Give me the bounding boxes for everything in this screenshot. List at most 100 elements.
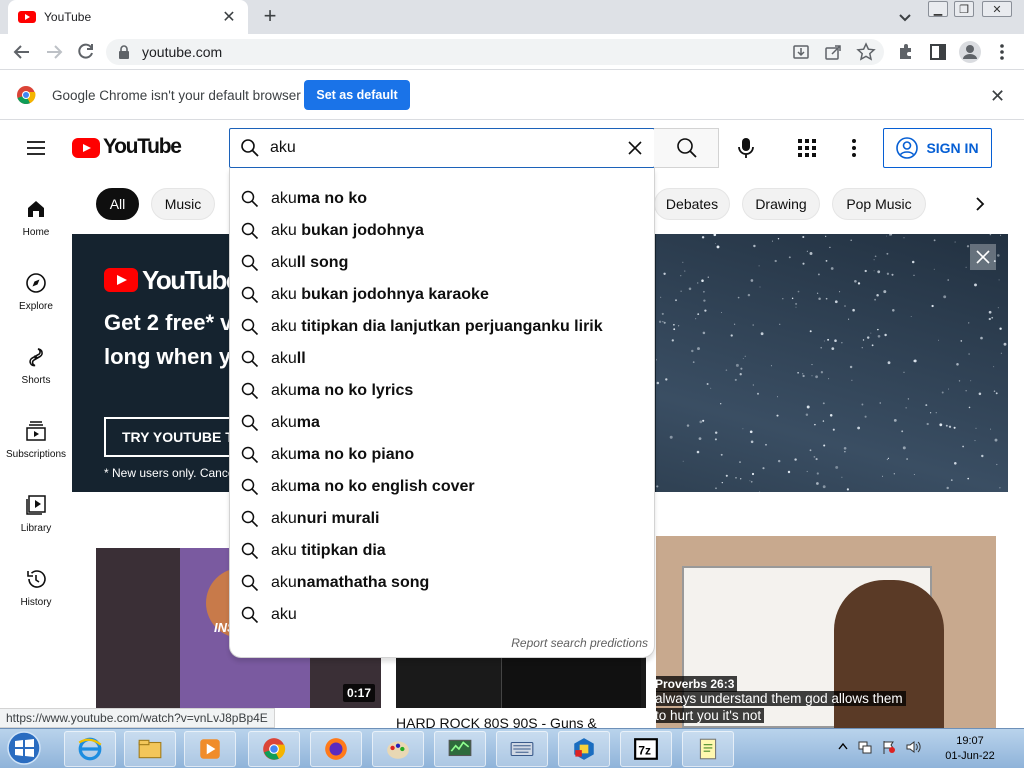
show-hidden-icons-icon[interactable]	[838, 742, 848, 750]
chips-next-arrow-icon[interactable]	[972, 196, 988, 212]
suggestion-typed-text: aku	[271, 414, 297, 431]
extensions-puzzle-icon[interactable]	[896, 42, 916, 62]
suggestion-search-icon	[241, 510, 259, 528]
search-suggestion-item[interactable]: aku ma	[229, 407, 655, 439]
promo-fine-print: * New users only. Cance	[104, 466, 235, 480]
suggestion-search-icon	[241, 286, 259, 304]
search-suggestion-item[interactable]: aku ma no ko	[229, 183, 655, 215]
suggestion-search-icon	[241, 542, 259, 560]
taskbar-button-task-manager[interactable]	[434, 731, 486, 767]
reload-icon[interactable]	[76, 42, 96, 62]
tab-close-icon[interactable]: ✕	[220, 7, 238, 27]
tab-youtube[interactable]: YouTube ✕	[8, 0, 248, 34]
subscriptions-icon	[26, 421, 46, 441]
url-text[interactable]: youtube.com	[142, 44, 222, 60]
taskbar-button-firefox[interactable]	[310, 731, 362, 767]
start-button[interactable]	[4, 730, 44, 766]
lock-icon[interactable]	[118, 45, 130, 59]
taskbar-button-media-player[interactable]	[184, 731, 236, 767]
bookmark-star-icon[interactable]	[856, 42, 876, 62]
sidebar-item-explore[interactable]: Explore	[0, 272, 72, 346]
suggestion-typed-text: aku	[271, 318, 297, 335]
taskbar-clock[interactable]: 19:07 01-Jun-22	[938, 734, 1002, 764]
chip-debates[interactable]: Debates	[654, 188, 730, 220]
clear-search-icon[interactable]	[626, 139, 644, 157]
caption-line-2: always understand them god allows them	[656, 691, 906, 706]
browser-menu-icon[interactable]	[996, 42, 1008, 62]
video-thumbnail[interactable]: Proverbs 26:3 always understand them god…	[656, 536, 996, 728]
search-suggestion-item[interactable]: aku	[229, 599, 655, 631]
profile-avatar-icon[interactable]	[958, 40, 982, 64]
share-icon[interactable]	[824, 43, 842, 61]
tab-search-icon[interactable]	[896, 8, 914, 26]
action-center-flag-icon[interactable]	[882, 740, 896, 754]
network-icon[interactable]	[858, 740, 872, 754]
suggestion-completion-text: bukan jodohnya	[296, 222, 424, 239]
search-suggestion-item[interactable]: aku namathatha song	[229, 567, 655, 599]
restore-button[interactable]: ❐	[954, 1, 974, 17]
taskbar-button-virtualbox[interactable]	[558, 731, 610, 767]
search-suggestion-item[interactable]: aku ma no ko piano	[229, 439, 655, 471]
taskbar-button-notepad[interactable]	[682, 731, 734, 767]
forward-arrow-icon[interactable]	[44, 42, 64, 62]
settings-more-icon[interactable]	[848, 138, 860, 158]
search-box-magnifier-icon	[240, 138, 260, 158]
minimize-button[interactable]: ▁	[928, 1, 948, 17]
new-tab-button[interactable]: +	[258, 5, 282, 29]
search-suggestion-item[interactable]: aku ma no ko english cover	[229, 471, 655, 503]
taskbar-button-on-screen-keyboard[interactable]	[496, 731, 548, 767]
sidebar-item-subscriptions[interactable]: Subscriptions	[0, 420, 72, 494]
youtube-logo-icon[interactable]	[72, 138, 100, 158]
search-suggestion-item[interactable]: aku bukan jodohnya	[229, 215, 655, 247]
internet-explorer-icon	[78, 737, 102, 761]
chip-all[interactable]: All	[96, 188, 139, 220]
search-suggestion-item[interactable]: aku ll song	[229, 247, 655, 279]
suggestion-typed-text: aku	[271, 478, 297, 495]
volume-speaker-icon[interactable]	[906, 740, 922, 754]
sign-in-button[interactable]: SIGN IN	[883, 128, 992, 168]
caption-line-3: to hurt you it's not	[656, 708, 765, 723]
taskbar-button-chrome[interactable]	[248, 731, 300, 767]
taskbar-button-7zip[interactable]: 7z	[620, 731, 672, 767]
report-search-predictions-link[interactable]: Report search predictions	[470, 636, 648, 650]
search-suggestion-item[interactable]: aku titipkan dia	[229, 535, 655, 567]
search-query-text[interactable]: aku	[270, 139, 296, 157]
virtualbox-icon	[574, 738, 594, 760]
sidebar-item-home[interactable]: Home	[0, 198, 72, 272]
link-status-bar: https://www.youtube.com/watch?v=vnLvJ8pB…	[0, 708, 275, 728]
search-suggestion-item[interactable]: aku titipkan dia lanjutkan perjuanganku …	[229, 311, 655, 343]
clock-time: 19:07	[956, 735, 984, 747]
microphone-icon[interactable]	[736, 136, 756, 160]
close-window-button[interactable]: ✕	[982, 1, 1012, 17]
side-panel-icon[interactable]	[928, 42, 948, 62]
promo-close-icon[interactable]	[970, 244, 996, 270]
on-screen-keyboard-icon	[510, 741, 534, 757]
chip-pop-music[interactable]: Pop Music	[832, 188, 926, 220]
chip-music[interactable]: Music	[151, 188, 215, 220]
guide-menu-icon[interactable]	[26, 140, 46, 156]
sidebar-item-library[interactable]: Library	[0, 494, 72, 568]
infobar-close-icon[interactable]: ✕	[990, 86, 1005, 107]
apps-grid-icon[interactable]	[798, 139, 816, 157]
suggestion-search-icon	[241, 574, 259, 592]
search-icon[interactable]	[676, 137, 698, 159]
search-suggestion-item[interactable]: aku nuri murali	[229, 503, 655, 535]
set-as-default-button[interactable]: Set as default	[304, 80, 410, 110]
sidebar-item-shorts[interactable]: Shorts	[0, 346, 72, 420]
suggestion-typed-text: aku	[271, 382, 297, 399]
suggestion-search-icon	[241, 414, 259, 432]
chip-drawing[interactable]: Drawing	[742, 188, 820, 220]
taskbar-button-file-explorer[interactable]	[124, 731, 176, 767]
search-suggestion-item[interactable]: aku ll	[229, 343, 655, 375]
taskbar-button-internet-explorer[interactable]	[64, 731, 116, 767]
search-suggestion-item[interactable]: aku ma no ko lyrics	[229, 375, 655, 407]
back-arrow-icon[interactable]	[12, 42, 32, 62]
sidebar-item-history[interactable]: History	[0, 568, 72, 642]
search-suggestion-item[interactable]: aku bukan jodohnya karaoke	[229, 279, 655, 311]
suggestion-completion-text: namathatha song	[296, 574, 430, 591]
shorts-icon	[29, 348, 43, 367]
address-bar[interactable]	[106, 39, 884, 65]
youtube-logo-text[interactable]: YouTube	[103, 135, 182, 159]
taskbar-button-paint[interactable]	[372, 731, 424, 767]
install-app-icon[interactable]	[792, 43, 810, 61]
